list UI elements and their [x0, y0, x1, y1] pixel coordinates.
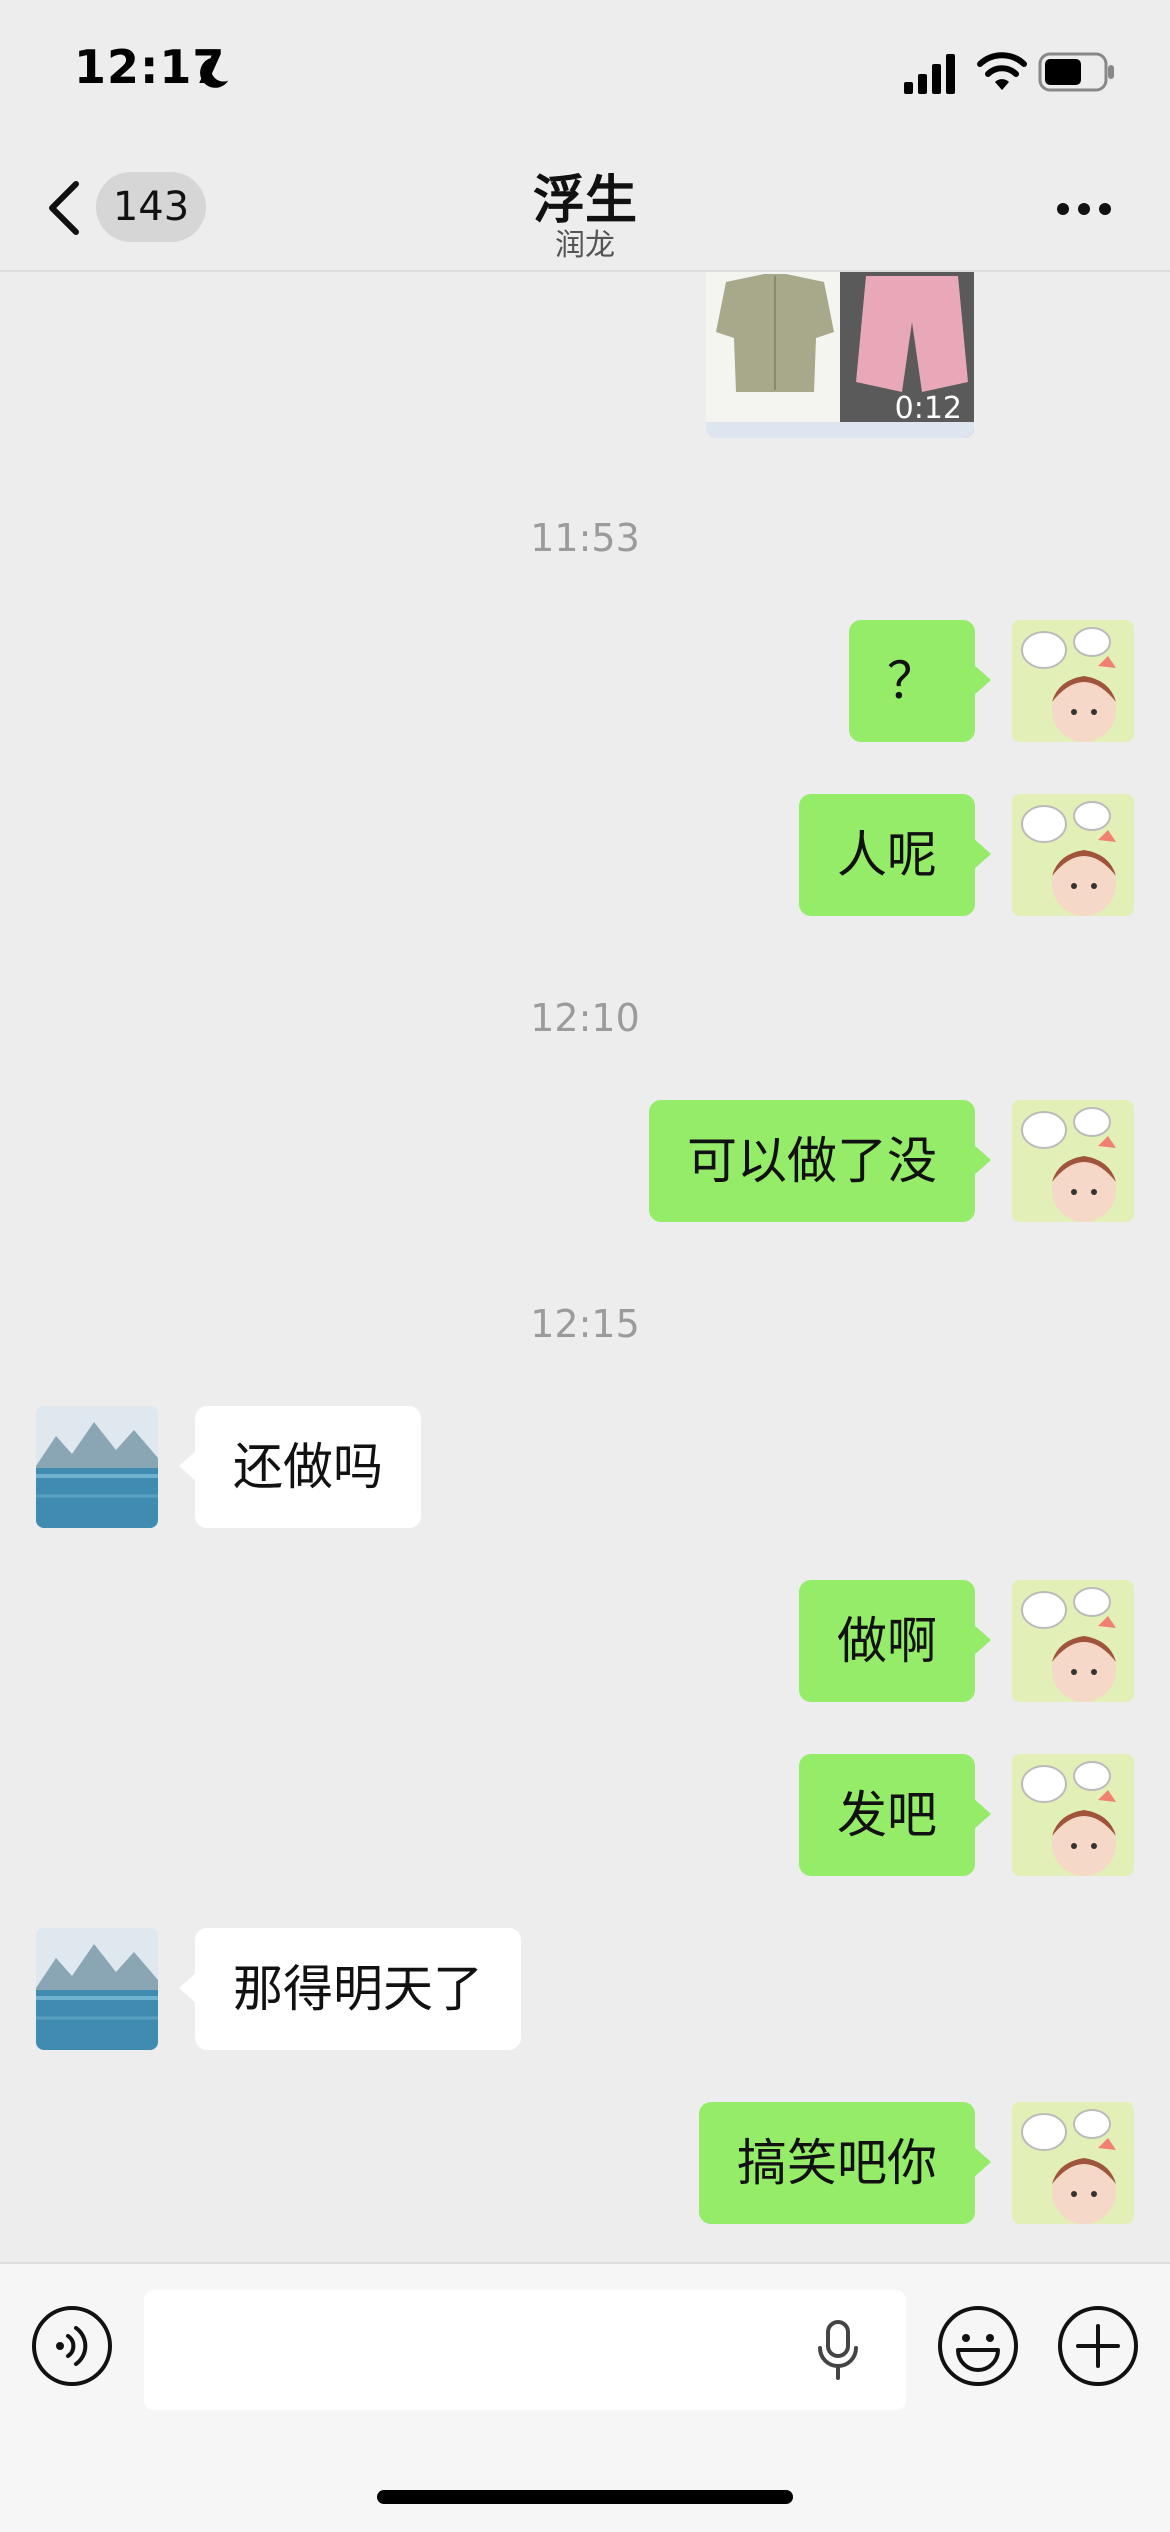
video-message[interactable]: 0:12: [706, 272, 974, 438]
contact-avatar[interactable]: [36, 1406, 158, 1528]
emoji-icon[interactable]: [936, 2304, 1020, 2388]
plus-icon[interactable]: [1056, 2304, 1140, 2388]
timestamp: 11:53: [530, 516, 640, 560]
video-duration: 0:12: [894, 391, 962, 426]
nav-bar: 143 浮生 润龙: [0, 140, 1170, 272]
message-bubble-sent[interactable]: 可以做了没: [649, 1100, 991, 1222]
message-bubble-sent[interactable]: 人呢: [799, 794, 991, 916]
chat-screen: 12:17 143 浮生 润龙 0:12 11:53 ？ 人呢 12:10 可以…: [0, 0, 1170, 2532]
battery-icon: [1038, 52, 1114, 92]
message-bubble-sent[interactable]: 发吧: [799, 1754, 991, 1876]
chat-message-list[interactable]: 0:12 11:53 ？ 人呢 12:10 可以做了没 12:15 还做吗 做啊: [0, 272, 1170, 2260]
self-avatar[interactable]: [1012, 2102, 1134, 2224]
self-avatar[interactable]: [1012, 1580, 1134, 1702]
self-avatar[interactable]: [1012, 794, 1134, 916]
signal-icon: [904, 54, 955, 94]
chat-subtitle: 润龙: [555, 228, 615, 263]
voice-icon[interactable]: [30, 2304, 114, 2388]
moon-icon: [200, 57, 229, 88]
message-bubble-sent[interactable]: ？: [849, 620, 991, 742]
wifi-icon: [977, 52, 1027, 90]
message-bubble-sent[interactable]: 搞笑吧你: [699, 2102, 991, 2224]
status-bar: 12:17: [0, 0, 1170, 140]
message-bubble-sent[interactable]: 做啊: [799, 1580, 991, 1702]
message-bubble-received[interactable]: 那得明天了: [179, 1928, 521, 2050]
message-input[interactable]: [144, 2290, 906, 2410]
more-icon[interactable]: [1056, 202, 1112, 216]
home-indicator[interactable]: [377, 2490, 793, 2504]
contact-avatar[interactable]: [36, 1928, 158, 2050]
self-avatar[interactable]: [1012, 1754, 1134, 1876]
timestamp: 12:10: [530, 996, 640, 1040]
mic-icon[interactable]: [816, 2320, 860, 2380]
self-avatar[interactable]: [1012, 1100, 1134, 1222]
timestamp: 12:15: [530, 1302, 640, 1346]
message-bubble-received[interactable]: 还做吗: [179, 1406, 421, 1528]
self-avatar[interactable]: [1012, 620, 1134, 742]
